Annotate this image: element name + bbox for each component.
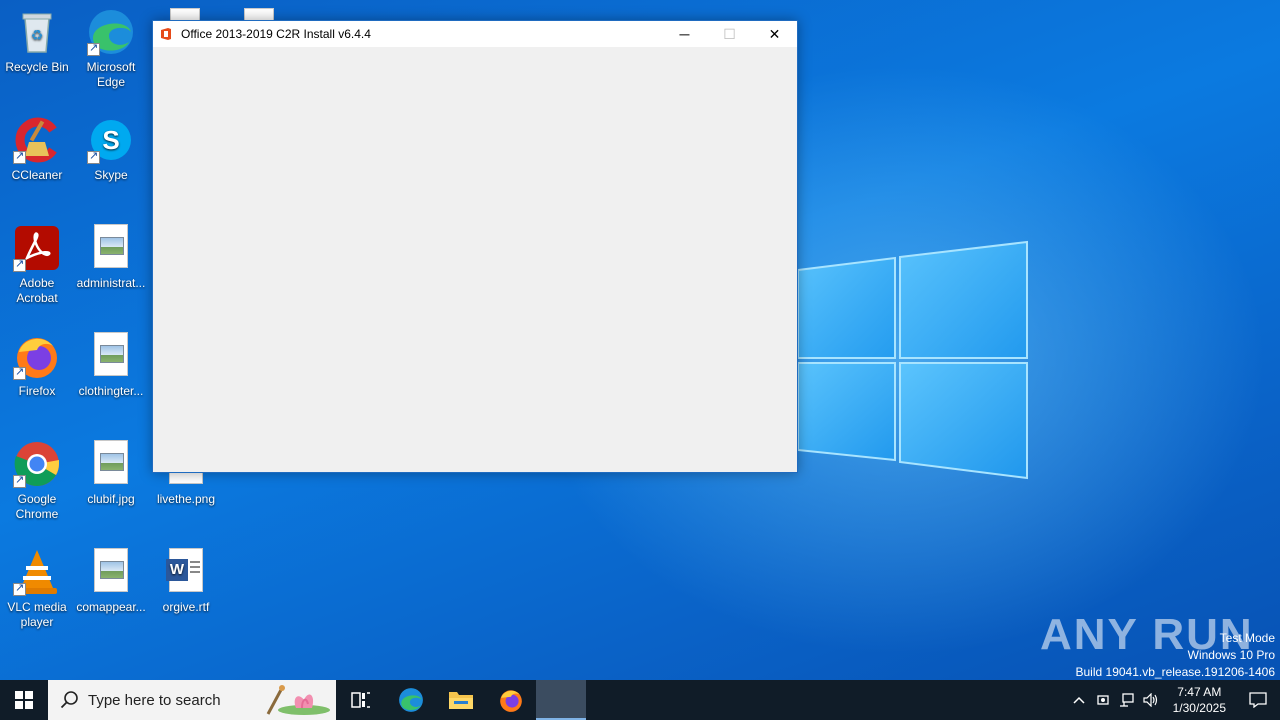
ccleaner-icon xyxy=(13,116,61,164)
task-view-icon xyxy=(351,692,370,708)
desktop-icon-ccleaner[interactable]: CCleaner xyxy=(0,116,74,183)
close-button[interactable]: ✕ xyxy=(752,21,797,47)
search-placeholder: Type here to search xyxy=(88,691,221,709)
taskbar-search-box[interactable]: Type here to search xyxy=(48,680,336,720)
image-file-icon xyxy=(87,440,135,488)
desktop-icon-label: Adobe Acrobat xyxy=(16,276,58,305)
firefox-icon xyxy=(13,332,61,380)
desktop-icon-label: Recycle Bin xyxy=(5,60,69,74)
system-tray: 7:47 AM 1/30/2025 xyxy=(1067,680,1280,720)
desktop-icon-label: Google Chrome xyxy=(15,492,59,521)
desktop-icon-label: comappear... xyxy=(76,600,146,614)
svg-text:S: S xyxy=(102,125,119,155)
shortcut-arrow-icon xyxy=(13,581,26,596)
desktop-icon-label: VLC media player xyxy=(7,600,67,629)
image-file-icon xyxy=(87,548,135,596)
image-file-icon xyxy=(87,224,135,272)
desktop-icon-comappear[interactable]: comappear... xyxy=(74,548,148,615)
desktop-icon-skype[interactable]: S Skype xyxy=(74,116,148,183)
watermark-test-mode: Test Mode xyxy=(1219,631,1275,645)
desktop-icon-administrat[interactable]: administrat... xyxy=(74,224,148,291)
minimize-button[interactable]: ─ xyxy=(662,21,707,47)
devices-tray-icon[interactable] xyxy=(1091,680,1115,720)
folder-icon xyxy=(449,692,473,709)
window-titlebar[interactable]: Office 2013-2019 C2R Install v6.4.4 ─ ☐ … xyxy=(153,21,797,47)
recycle-bin-icon: ♻ xyxy=(13,8,61,56)
desktop-icon-clubif[interactable]: clubif.jpg xyxy=(74,440,148,507)
shortcut-arrow-icon xyxy=(13,473,26,488)
clock-date: 1/30/2025 xyxy=(1172,701,1226,715)
search-highlight-illustration-icon xyxy=(266,685,330,715)
vlc-icon xyxy=(13,548,61,596)
taskbar-file-explorer-button[interactable] xyxy=(436,680,486,720)
system-watermark: Test Mode Windows 10 Pro Build 19041.vb_… xyxy=(1076,630,1276,680)
desktop-icon-label: CCleaner xyxy=(11,168,63,182)
svg-text:♻: ♻ xyxy=(31,28,44,44)
watermark-build: Build 19041.vb_release.191206-1406 xyxy=(1075,665,1276,679)
desktop-icon-google-chrome[interactable]: Google Chrome xyxy=(0,440,74,522)
window-controls: ─ ☐ ✕ xyxy=(662,21,797,47)
desktop-icon-orgive[interactable]: W orgive.rtf xyxy=(149,548,223,615)
chrome-icon xyxy=(13,440,61,488)
firefox-icon xyxy=(500,690,522,712)
desktop-icon-label: Firefox xyxy=(18,384,56,398)
windows-logo-wallpaper xyxy=(797,240,1028,480)
taskbar-edge-button[interactable] xyxy=(386,680,436,720)
desktop-icon-label: livethe.png xyxy=(156,492,216,506)
shortcut-arrow-icon xyxy=(87,41,100,56)
desktop-icon-label: Skype xyxy=(94,168,128,182)
office-installer-window[interactable]: Office 2013-2019 C2R Install v6.4.4 ─ ☐ … xyxy=(152,20,798,473)
desktop-icon-recycle-bin[interactable]: ♻ Recycle Bin xyxy=(0,8,74,75)
desktop-icon-microsoft-edge[interactable]: Microsoft Edge xyxy=(74,8,148,90)
desktop-icon-label: Microsoft Edge xyxy=(86,60,136,89)
office-app-icon xyxy=(161,28,171,40)
skype-icon: S xyxy=(87,116,135,164)
network-icon[interactable] xyxy=(1115,680,1139,720)
shortcut-arrow-icon xyxy=(87,149,100,164)
shortcut-arrow-icon xyxy=(13,149,26,164)
action-center-button[interactable] xyxy=(1236,680,1280,720)
start-button[interactable] xyxy=(0,680,48,720)
desktop: ♻ Recycle Bin CCleaner Adobe Acrobat xyxy=(0,0,1280,680)
desktop-icon-label: clubif.jpg xyxy=(87,492,135,506)
show-hidden-icons-chevron-icon[interactable] xyxy=(1067,680,1091,720)
edge-icon xyxy=(399,688,423,712)
taskbar-clock[interactable]: 7:47 AM 1/30/2025 xyxy=(1163,684,1236,716)
task-view-button[interactable] xyxy=(336,680,386,720)
taskbar-active-app-button[interactable] xyxy=(536,680,586,720)
desktop-icon-label: clothingter... xyxy=(78,384,144,398)
desktop-icon-label: orgive.rtf xyxy=(162,600,210,614)
clock-time: 7:47 AM xyxy=(1177,685,1222,699)
window-client-area xyxy=(153,47,797,473)
desktop-icon-firefox[interactable]: Firefox xyxy=(0,332,74,399)
shortcut-arrow-icon xyxy=(13,257,26,272)
search-icon xyxy=(60,691,78,709)
maximize-button[interactable]: ☐ xyxy=(707,21,752,47)
windows-start-icon xyxy=(15,691,33,709)
volume-icon[interactable] xyxy=(1139,680,1163,720)
edge-icon xyxy=(87,8,135,56)
window-title: Office 2013-2019 C2R Install v6.4.4 xyxy=(181,27,371,41)
watermark-edition: Windows 10 Pro xyxy=(1187,648,1275,662)
desktop-icon-label: administrat... xyxy=(76,276,146,290)
notification-icon xyxy=(1249,692,1267,708)
desktop-icon-vlc[interactable]: VLC media player xyxy=(0,548,74,630)
shortcut-arrow-icon xyxy=(13,365,26,380)
image-file-icon xyxy=(87,332,135,380)
word-document-icon: W xyxy=(162,548,210,596)
desktop-icon-adobe-acrobat[interactable]: Adobe Acrobat xyxy=(0,224,74,306)
acrobat-icon xyxy=(13,224,61,272)
taskbar-firefox-button[interactable] xyxy=(486,680,536,720)
desktop-icon-clothingter[interactable]: clothingter... xyxy=(74,332,148,399)
taskbar: Type here to search 7:47 AM 1/30/2025 xyxy=(0,680,1280,720)
